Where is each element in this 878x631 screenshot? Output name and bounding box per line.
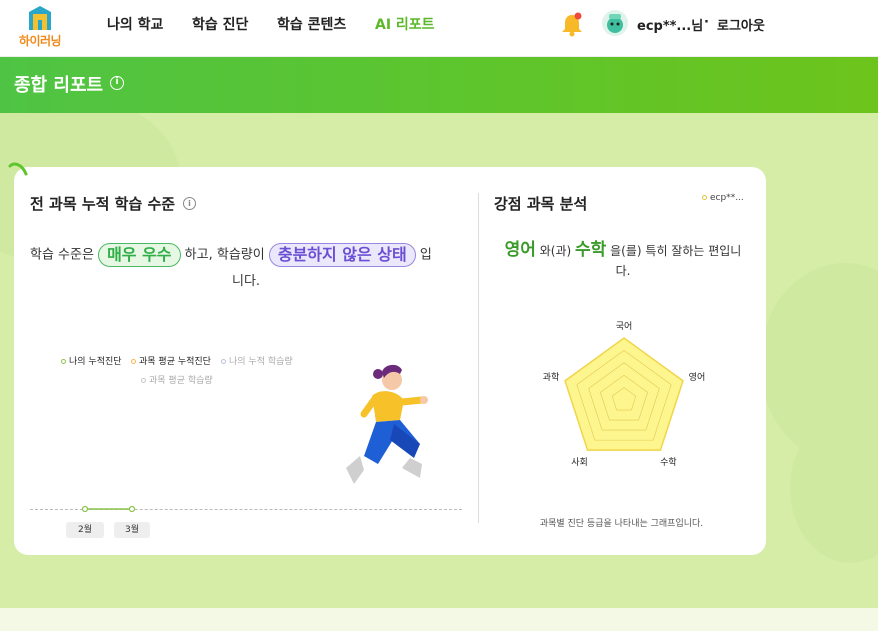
legend-marker: [221, 359, 226, 364]
legend-my-cumulative[interactable]: 나의 누적진단: [61, 354, 122, 367]
notification-bell-icon[interactable]: [560, 12, 584, 38]
banner-info-icon[interactable]: i: [110, 76, 124, 90]
logo-text: 하이러닝: [18, 34, 62, 48]
nav-ai-report[interactable]: AI 리포트: [375, 14, 435, 34]
radar-axis-label: 영어: [689, 372, 706, 383]
level-sentence: 학습 수준은 매우 우수 하고, 학습량이 충분하지 않은 상태 입: [30, 243, 462, 267]
data-point: [81, 505, 89, 513]
section-divider: [478, 193, 479, 523]
strong-subject-1: 영어: [504, 240, 536, 260]
logout-link[interactable]: 로그아웃: [717, 15, 765, 34]
subject-radar-chart: 국어영어수학 사회 과학: [543, 321, 706, 468]
page-title: 종합 리포트: [14, 75, 104, 96]
user-avatar[interactable]: [602, 10, 628, 36]
radar-axis-label: 수학: [660, 457, 677, 468]
cumulative-section-title: 전 과목 누적 학습 수준: [30, 195, 176, 213]
legend-label: ecp**...: [710, 193, 744, 203]
strength-sentence: 영어 와(과) 수학 을(를) 특히 잘하는 편입니 다.: [494, 240, 752, 281]
page-banner: 종합 리포트 i: [0, 57, 878, 113]
cumulative-info-icon[interactable]: i: [183, 197, 196, 210]
running-student-illustration: [346, 364, 428, 484]
site-logo[interactable]: 하이러닝: [14, 5, 66, 48]
header-separator: ·: [704, 15, 709, 30]
amount-badge: 충분하지 않은 상태: [268, 243, 416, 267]
level-badge: 매우 우수: [98, 243, 181, 267]
strength-rest: 을(를) 특히 잘하는 편입니: [610, 244, 742, 258]
user-name: ecp**...님: [637, 19, 704, 34]
radar-data-area: [564, 337, 684, 451]
logo-building-icon: [29, 6, 51, 30]
legend-avg-amount[interactable]: 과목 평균 학습량: [141, 373, 213, 386]
legend-avg-cumulative[interactable]: 과목 평균 누적진단: [131, 354, 211, 367]
strengths-section-title: 강점 과목 분석: [494, 195, 588, 213]
nav-learning-diagnosis[interactable]: 학습 진단: [192, 14, 248, 34]
data-point: [128, 505, 136, 513]
radar-axis-label: 과학: [543, 372, 560, 383]
legend-my-amount[interactable]: 나의 누적 학습량: [221, 354, 293, 367]
top-navigation-bar: 하이러닝 나의 학교 학습 진단 학습 콘텐츠 AI 리포트 ecp**...님…: [0, 0, 878, 57]
legend-marker: [141, 378, 146, 383]
sentence-prefix: 학습 수준은: [30, 247, 94, 263]
month-label-feb: 2월: [66, 522, 104, 538]
strength-rest-line2: 다.: [615, 264, 631, 278]
strong-subject-2: 수학: [575, 240, 607, 260]
legend-marker: [131, 359, 136, 364]
legend-label: 과목 평균 학습량: [149, 376, 213, 386]
radar-caption: 과목별 진단 등급을 나타내는 그래프입니다.: [539, 519, 704, 529]
legend-marker: [702, 195, 707, 200]
sentence-line2: 니다.: [232, 274, 261, 289]
my-cumulative-line: [81, 505, 136, 513]
month-label-mar: 3월: [114, 522, 150, 538]
legend-label: 과목 평균 누적진단: [139, 357, 211, 367]
nav-learning-content[interactable]: 학습 콘텐츠: [277, 14, 346, 34]
avatar-character-icon: [607, 14, 623, 33]
legend-label: 나의 누적 학습량: [229, 357, 293, 367]
sentence-suffix: 입: [419, 247, 432, 263]
sentence-mid: 하고, 학습량이: [184, 247, 265, 263]
radar-axis-label: 사회: [571, 457, 588, 468]
legend-label: 나의 누적진단: [69, 357, 122, 367]
radar-axis-label: 국어: [616, 321, 633, 332]
nav-my-school[interactable]: 나의 학교: [107, 14, 163, 34]
binder-ring-icon: [8, 162, 28, 176]
footer-strip: [0, 608, 878, 631]
radar-legend-user[interactable]: ecp**...: [702, 193, 744, 203]
legend-marker: [61, 359, 66, 364]
conjunction: 와(과): [539, 244, 572, 258]
